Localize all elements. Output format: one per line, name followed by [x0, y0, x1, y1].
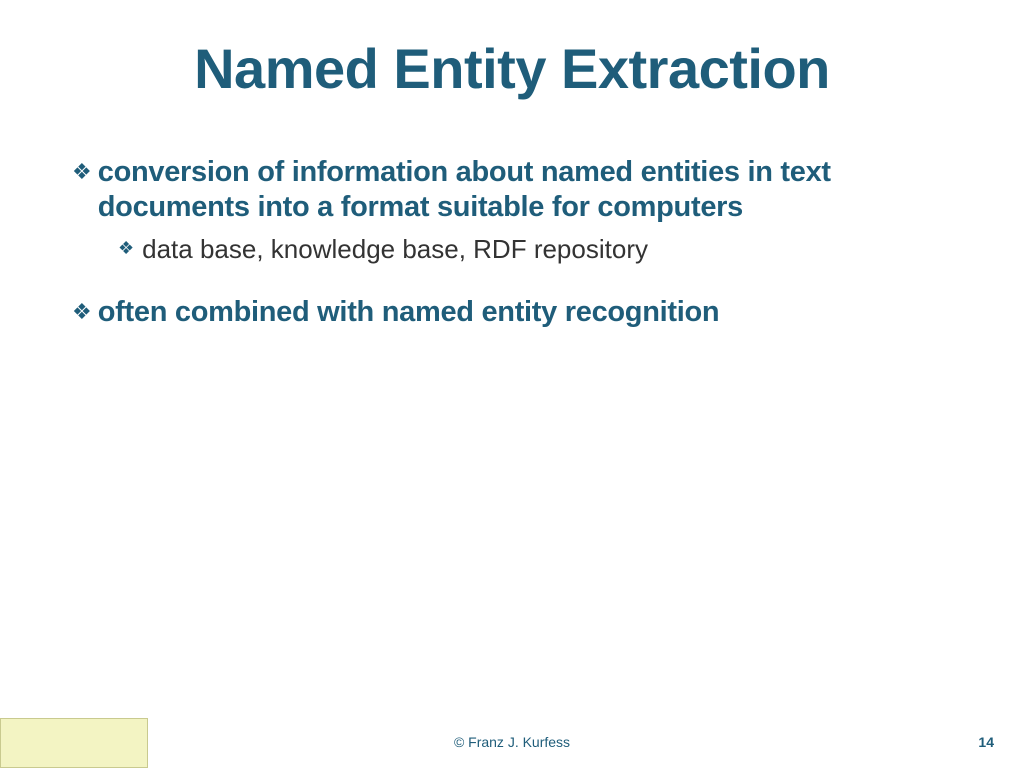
slide-title: Named Entity Extraction [0, 0, 1024, 111]
bullet-text: often combined with named entity recogni… [98, 295, 720, 330]
bullet-text: conversion of information about named en… [98, 155, 952, 225]
diamond-bullet-icon: ❖ [72, 155, 92, 189]
diamond-bullet-icon: ❖ [118, 233, 134, 263]
bullet-level-2: ❖ data base, knowledge base, RDF reposit… [118, 233, 952, 265]
slide-content: ❖ conversion of information about named … [0, 111, 1024, 330]
slide: Named Entity Extraction ❖ conversion of … [0, 0, 1024, 768]
diamond-bullet-icon: ❖ [72, 295, 92, 329]
bullet-level-1: ❖ often combined with named entity recog… [72, 295, 952, 330]
bullet-level-1: ❖ conversion of information about named … [72, 155, 952, 225]
sub-bullet-text: data base, knowledge base, RDF repositor… [142, 233, 648, 265]
page-number: 14 [978, 734, 994, 750]
footer-credit: © Franz J. Kurfess [0, 734, 1024, 750]
